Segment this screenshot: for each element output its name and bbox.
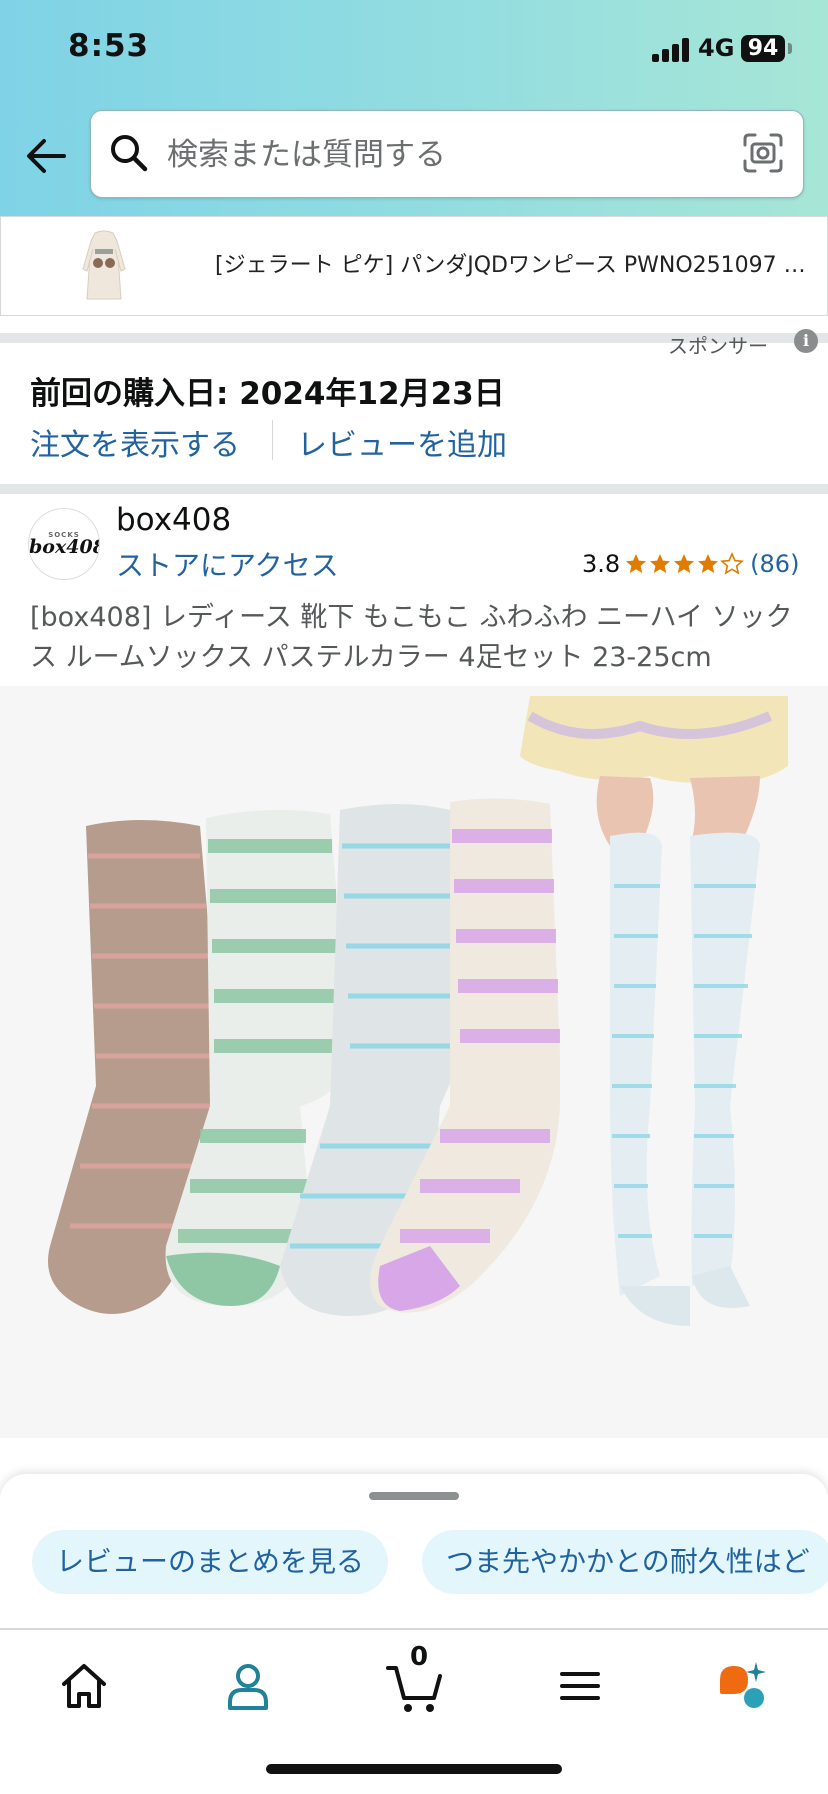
home-icon[interactable] xyxy=(54,1656,114,1716)
rufus-icon[interactable] xyxy=(714,1656,774,1716)
search-input[interactable] xyxy=(165,129,709,181)
product-image[interactable] xyxy=(0,686,828,1438)
sponsored-label: スポンサー xyxy=(668,334,768,358)
home-indicator xyxy=(266,1764,562,1774)
star-icon xyxy=(650,554,671,573)
network-type: 4G xyxy=(698,34,735,62)
suggestion-chip-durability[interactable]: つま先やかかとの耐久性はど xyxy=(422,1530,828,1594)
info-icon[interactable]: i xyxy=(794,329,818,353)
rating-summary[interactable]: 3.8 (86) xyxy=(582,550,799,578)
search-icon xyxy=(111,135,148,172)
camera-scan-icon[interactable] xyxy=(741,131,785,175)
star-icon xyxy=(626,554,647,573)
last-purchase-date: 前回の購入日: 2024年12月23日 xyxy=(30,376,505,412)
account-icon[interactable] xyxy=(218,1656,278,1716)
rating-count[interactable]: (86) xyxy=(750,550,799,578)
menu-icon[interactable] xyxy=(550,1656,610,1716)
sponsored-product-banner[interactable]: [ジェラート ピケ] パンダJQDワンピース PWNO251097 レ... xyxy=(0,216,828,316)
brand-logo-text: box408 xyxy=(29,536,100,558)
section-divider xyxy=(0,484,828,494)
back-arrow-icon[interactable] xyxy=(24,136,68,176)
rating-value: 3.8 xyxy=(582,550,621,578)
star-icon xyxy=(674,554,695,573)
signal-icon xyxy=(652,38,692,62)
cart-count-badge: 0 xyxy=(409,1642,429,1672)
star-outline-icon xyxy=(720,552,745,575)
brand-name[interactable]: box408 xyxy=(116,502,231,538)
product-thumbnail xyxy=(82,230,126,300)
view-order-link[interactable]: 注文を表示する xyxy=(30,420,240,464)
product-title: [box408] レディース 靴下 もこもこ ふわふわ ニーハイ ソックス ルー… xyxy=(30,602,793,673)
star-rating xyxy=(624,552,745,576)
visit-store-link[interactable]: ストアにアクセス xyxy=(116,544,339,584)
battery-icon: 94 xyxy=(741,35,785,62)
add-review-link[interactable]: レビューを追加 xyxy=(297,420,507,464)
header: 8:53 4G 94 xyxy=(0,0,828,216)
status-time: 8:53 xyxy=(68,28,150,64)
assistant-bottom-sheet: レビューのまとめを見る つま先やかかとの耐久性はど xyxy=(0,1474,828,1634)
sponsored-product-title[interactable]: [ジェラート ピケ] パンダJQDワンピース PWNO251097 レ... xyxy=(215,247,811,279)
battery-tip xyxy=(788,43,792,54)
star-icon xyxy=(698,554,719,573)
link-separator xyxy=(272,420,273,460)
sheet-drag-handle[interactable] xyxy=(369,1492,459,1500)
suggestion-chip-review-summary[interactable]: レビューのまとめを見る xyxy=(32,1530,389,1594)
search-bar[interactable] xyxy=(90,110,804,198)
brand-logo[interactable]: SOCKS box408 xyxy=(28,508,100,580)
